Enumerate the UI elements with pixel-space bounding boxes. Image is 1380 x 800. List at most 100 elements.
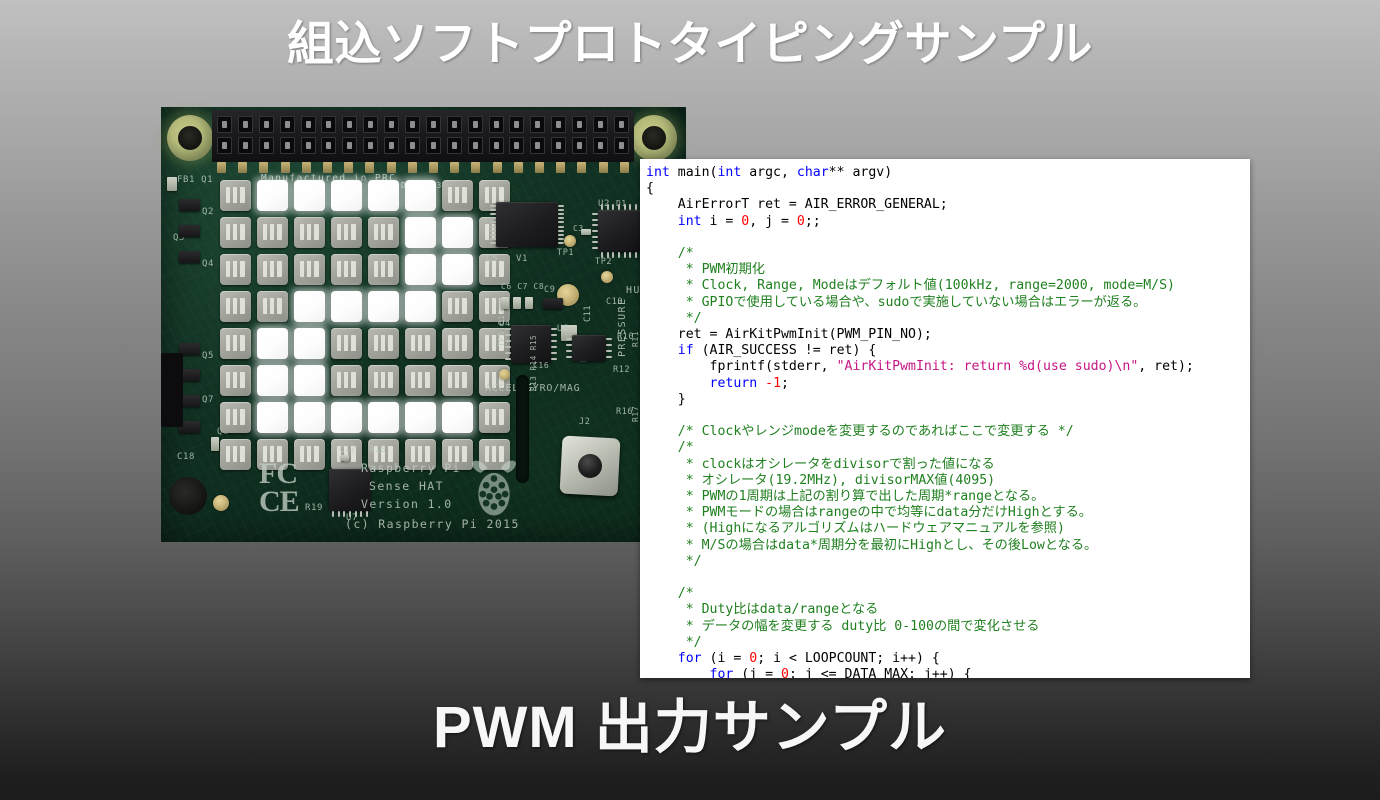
code-line: */ — [646, 554, 1194, 570]
led-6-1 — [257, 402, 288, 433]
code-line: * clockはオシレータをdivisorで割った値になる — [646, 457, 1194, 473]
code-token: (i = — [701, 651, 750, 667]
led-3-5 — [405, 291, 436, 322]
gpio-pin — [572, 137, 588, 154]
led-2-0 — [220, 254, 251, 285]
led-7-2 — [294, 439, 325, 470]
led-4-2 — [294, 328, 325, 359]
led-2-3 — [331, 254, 362, 285]
silk-product-line3: Version 1.0 — [361, 497, 453, 511]
code-token: * Clock, Range, Modeはデフォルト値(100kHz, rang… — [646, 278, 1175, 294]
gpio-pin — [467, 137, 483, 154]
gpio-solder-leg — [471, 162, 481, 173]
cap-c8 — [525, 297, 533, 309]
code-token: /* — [646, 246, 694, 262]
mounting-hole-top-left — [167, 115, 213, 161]
gpio-pin — [321, 116, 337, 133]
code-line: * オシレータ(19.2MHz), divisorMAX値(4095) — [646, 473, 1194, 489]
code-token: * データの幅を変更する duty比 0-100の間で変化させる — [646, 618, 1040, 634]
gpio-solder-leg — [429, 162, 439, 173]
gpio-solder-leg — [556, 162, 566, 173]
code-line: if (AIR_SUCCESS != ret) { — [646, 343, 1194, 359]
slide-root: 組込ソフトプロトタイピングサンプル Manufactured in PRC FB… — [0, 0, 1380, 800]
code-token: int — [717, 165, 742, 180]
ic-v1 — [490, 202, 564, 247]
gpio-pin — [217, 137, 232, 154]
led-1-5 — [405, 217, 436, 248]
code-token: char — [796, 165, 829, 180]
gpio-pin — [237, 137, 253, 154]
led-6-4 — [368, 402, 399, 433]
code-line: for (i = 0; i < LOOPCOUNT; i++) { — [646, 651, 1194, 667]
gpio-solder-leg — [513, 162, 523, 173]
ce-mark: CE — [259, 485, 300, 518]
led-4-3 — [331, 328, 362, 359]
code-line: * GPIOで使用している場合や、sudoで実施していない場合はエラーが返る。 — [646, 295, 1194, 311]
gpio-pin — [279, 116, 295, 133]
mounting-hole-top-right — [631, 115, 677, 161]
led-4-0 — [220, 328, 251, 359]
gpio-pin — [342, 137, 358, 154]
led-2-4 — [368, 254, 399, 285]
led-0-1 — [257, 180, 288, 211]
gpio-pin — [405, 137, 421, 154]
code-token: return — [709, 375, 758, 391]
code-token: * clockはオシレータをdivisorで割った値になる — [646, 456, 995, 472]
gpio-pin — [572, 116, 588, 133]
led-2-1 — [257, 254, 288, 285]
code-screenshot-panel: int main(int argc, char** argv){ AirErro… — [640, 159, 1250, 678]
gpio-header-row-top — [217, 116, 629, 133]
code-token: -1 — [765, 375, 782, 391]
led-3-1 — [257, 291, 288, 322]
gpio-pin — [551, 137, 567, 154]
gpio-pin — [530, 116, 546, 133]
page-title-top: 組込ソフトプロトタイピングサンプル — [286, 17, 1094, 70]
code-token: * GPIOで使用している場合や、sudoで実施していない場合はエラーが返る。 — [646, 294, 1147, 310]
ic-u6 — [566, 335, 612, 361]
gpio-pin — [384, 116, 400, 133]
code-token: for — [677, 651, 702, 667]
led-0-0 — [220, 180, 251, 211]
gpio-pin — [613, 137, 629, 154]
led-0-6 — [442, 180, 473, 211]
code-token: argc, — [741, 165, 797, 180]
gpio-solder-leg — [598, 162, 608, 173]
code-token: */ — [646, 634, 702, 650]
code-token: /* — [646, 440, 694, 456]
gpio-header — [212, 110, 634, 162]
code-token: ;; — [804, 213, 821, 229]
led-1-6 — [442, 217, 473, 248]
code-token: int — [646, 165, 670, 180]
gpio-solder-leg — [407, 162, 417, 173]
ferrite-fb1 — [167, 177, 177, 191]
code-token: ret = AirKitPwmInit(PWM_PIN_NO); — [646, 327, 932, 343]
led-1-2 — [294, 217, 325, 248]
led-5-3 — [331, 365, 362, 396]
page-title-bottom: PWM 出力サンプル — [432, 695, 948, 760]
code-line: * M/Sの場合はdata*周期分を最初にHighとし、その後Lowとなる。 — [646, 538, 1194, 554]
code-line: * Clock, Range, Modeはデフォルト値(100kHz, rang… — [646, 278, 1194, 294]
cap-c17 — [341, 455, 349, 461]
code-line: * (Highになるアルゴリズムはハードウェアマニュアルを参照) — [646, 521, 1194, 537]
code-token: /* Clockやレンジmodeを変更するのであればここで変更する */ — [646, 424, 1074, 440]
gpio-solder-leg — [280, 162, 290, 173]
silk-product-line1: Raspberry Pi — [361, 461, 461, 475]
led-2-5 — [405, 254, 436, 285]
code-line: AirErrorT ret = AIR_ERROR_GENERAL; — [646, 197, 1194, 213]
joystick-button[interactable] — [559, 435, 621, 497]
led-3-3 — [331, 291, 362, 322]
code-token: { — [646, 181, 654, 197]
led-1-3 — [331, 217, 362, 248]
gpio-solder-leg — [386, 162, 396, 173]
code-line: /* — [646, 440, 1194, 456]
code-token: for — [709, 667, 734, 678]
led-0-2 — [294, 180, 325, 211]
code-line: int i = 0, j = 0;; — [646, 214, 1194, 230]
led-4-1 — [257, 328, 288, 359]
gpio-pin — [593, 137, 609, 154]
code-line: * PWM初期化 — [646, 262, 1194, 278]
transistor-q4 — [179, 251, 200, 263]
